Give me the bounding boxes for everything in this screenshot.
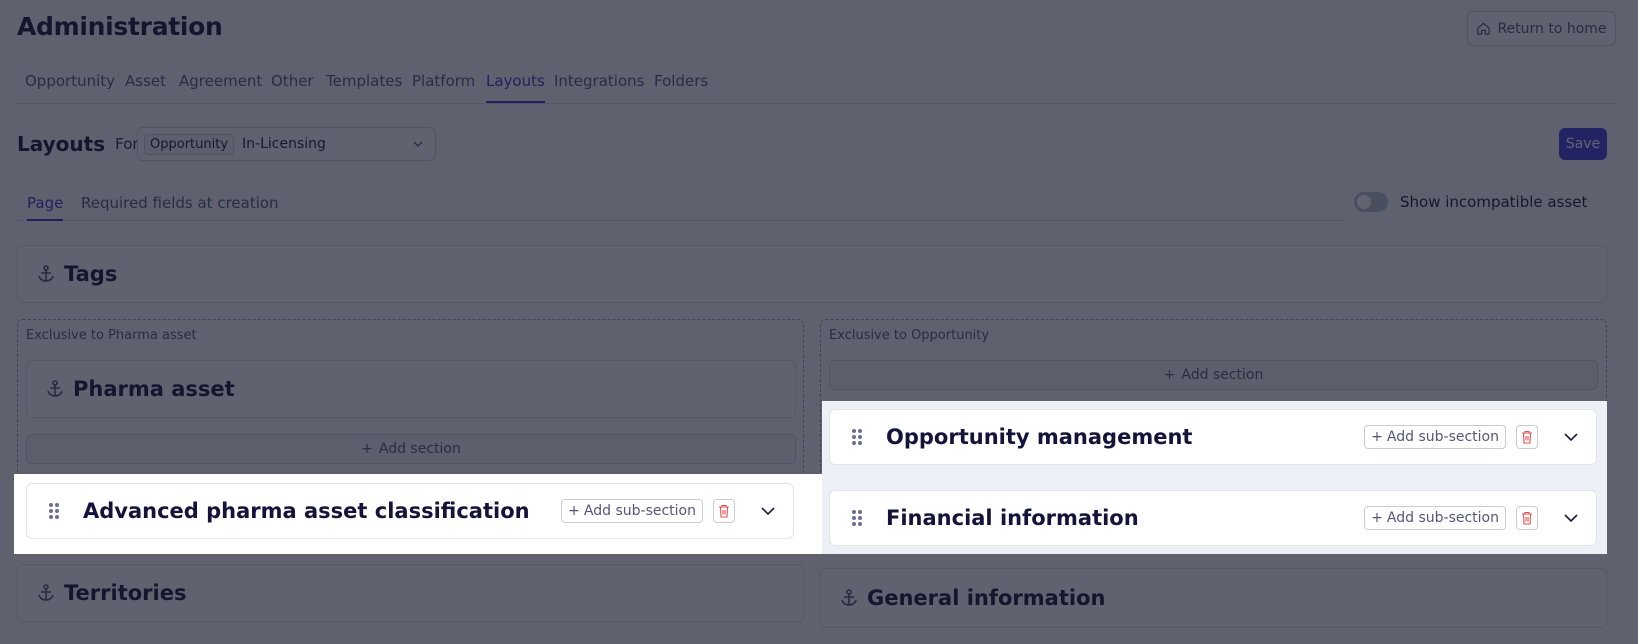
return-home-label: Return to home: [1497, 20, 1607, 37]
tab-other[interactable]: Other: [271, 72, 314, 103]
admin-page: Administration Return to home Opportunit…: [0, 0, 1638, 644]
tab-folders[interactable]: Folders: [654, 72, 708, 103]
section-title: Financial information: [886, 506, 1139, 530]
plus-icon: +: [1371, 510, 1383, 526]
plus-icon: +: [1371, 429, 1383, 445]
plus-icon: +: [361, 441, 373, 457]
layout-type-select[interactable]: Opportunity In-Licensing: [137, 127, 436, 161]
drag-handle-icon[interactable]: [850, 508, 864, 528]
section-title: Pharma asset: [73, 377, 235, 401]
layout-subtabs: Page Required fields at creation: [17, 190, 1347, 221]
add-section-label: Add section: [1181, 367, 1264, 383]
admin-tabs: Opportunity Asset Agreement Other Templa…: [17, 70, 1617, 104]
drag-handle-icon[interactable]: [850, 427, 864, 447]
page-title: Administration: [17, 12, 223, 41]
section-title: Tags: [64, 262, 118, 286]
chevron-down-icon[interactable]: [1562, 428, 1580, 446]
section-pharma-asset: Pharma asset: [26, 360, 796, 418]
tab-layouts[interactable]: Layouts: [486, 72, 545, 103]
section-opportunity-management[interactable]: Opportunity management + Add sub-section: [829, 409, 1597, 465]
delete-section-button[interactable]: [1516, 425, 1538, 449]
chevron-down-icon[interactable]: [759, 502, 777, 520]
select-value: In-Licensing: [242, 136, 326, 152]
anchor-icon: [841, 589, 857, 606]
add-section-button-pharma[interactable]: + Add section: [26, 434, 796, 464]
add-sub-section-label: Add sub-section: [1386, 429, 1499, 445]
subtab-page[interactable]: Page: [27, 194, 64, 221]
tab-templates[interactable]: Templates: [326, 72, 402, 103]
tab-asset[interactable]: Asset: [125, 72, 166, 103]
anchor-icon: [38, 265, 54, 282]
add-section-button-opportunity[interactable]: + Add section: [829, 360, 1598, 390]
add-sub-section-button[interactable]: + Add sub-section: [1364, 425, 1506, 449]
subtab-required-fields[interactable]: Required fields at creation: [81, 194, 279, 221]
add-sub-section-label: Add sub-section: [1386, 510, 1499, 526]
tab-opportunity[interactable]: Opportunity: [25, 72, 115, 103]
delete-section-button[interactable]: [1516, 506, 1538, 530]
section-title: Opportunity management: [886, 425, 1193, 449]
show-incompatible-toggle[interactable]: [1354, 192, 1388, 212]
section-territories: Territories: [17, 564, 804, 622]
section-general-information: General information: [820, 568, 1607, 628]
drag-handle-icon[interactable]: [47, 501, 61, 521]
trash-icon: [1522, 430, 1532, 444]
layouts-header: Layouts For Opportunity In-Licensing: [17, 127, 436, 161]
zone-label: Exclusive to Opportunity: [829, 328, 990, 343]
anchor-icon: [38, 584, 54, 601]
section-tags: Tags: [17, 245, 1607, 303]
chevron-down-icon[interactable]: [1562, 509, 1580, 527]
section-title: Advanced pharma asset classification: [83, 499, 530, 523]
chevron-down-icon: [413, 141, 423, 147]
home-icon: [1477, 22, 1491, 35]
plus-icon: +: [568, 503, 580, 519]
add-sub-section-button[interactable]: + Add sub-section: [1364, 506, 1506, 530]
trash-icon: [1522, 511, 1532, 525]
trash-icon: [719, 504, 729, 518]
add-section-label: Add section: [378, 441, 461, 457]
tab-agreement[interactable]: Agreement: [179, 72, 262, 103]
save-button[interactable]: Save: [1559, 128, 1607, 160]
anchor-icon: [47, 380, 63, 397]
select-chip: Opportunity: [144, 133, 235, 155]
section-title: Territories: [64, 581, 187, 605]
tab-platform[interactable]: Platform: [412, 72, 475, 103]
show-incompatible-toggle-row: Show incompatible asset: [1354, 192, 1587, 212]
zone-label: Exclusive to Pharma asset: [26, 328, 197, 343]
show-incompatible-label: Show incompatible asset: [1400, 193, 1588, 211]
for-label: For: [115, 135, 139, 153]
section-financial-information[interactable]: Financial information + Add sub-section: [829, 490, 1597, 546]
return-home-button[interactable]: Return to home: [1467, 11, 1616, 46]
layouts-title: Layouts: [17, 132, 106, 156]
add-sub-section-label: Add sub-section: [583, 503, 696, 519]
section-advanced-pharma[interactable]: Advanced pharma asset classification + A…: [26, 483, 794, 539]
delete-section-button[interactable]: [713, 499, 735, 523]
section-title: General information: [867, 586, 1106, 610]
add-sub-section-button[interactable]: + Add sub-section: [561, 499, 703, 523]
plus-icon: +: [1163, 367, 1176, 383]
tab-integrations[interactable]: Integrations: [554, 72, 644, 103]
